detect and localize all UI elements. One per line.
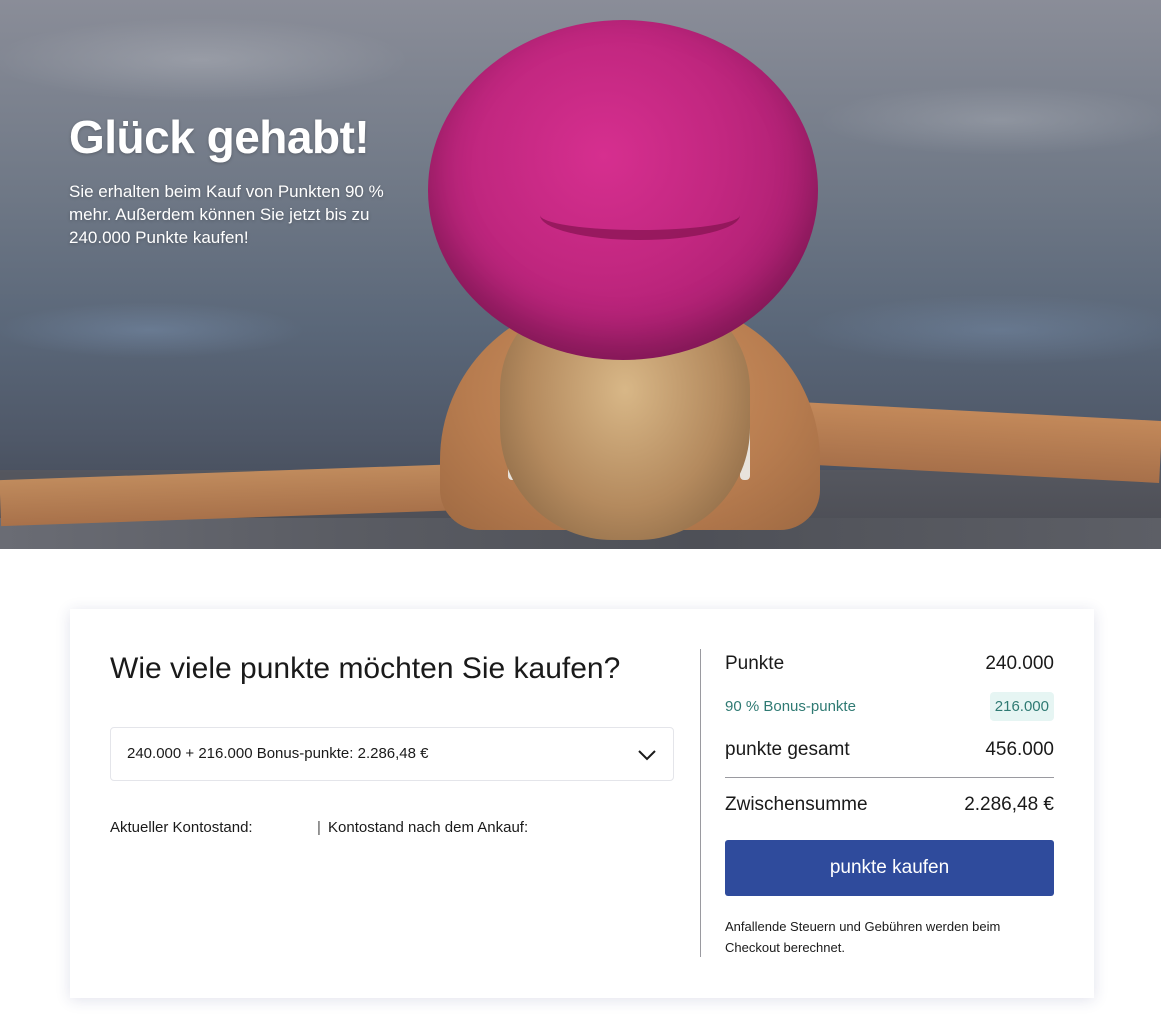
summary-divider [725, 777, 1054, 778]
buy-points-button[interactable]: punkte kaufen [725, 840, 1054, 896]
balance-after-purchase-label: Kontostand nach dem Ankauf: [328, 819, 529, 836]
purchase-options: Wie viele punkte möchten Sie kaufen? 240… [110, 649, 676, 836]
vertical-divider [700, 649, 701, 957]
summary-row-subtotal: Zwischensumme 2.286,48 € [725, 794, 1054, 816]
hero-text: Glück gehabt! Sie erhalten beim Kauf von… [69, 110, 399, 249]
taxes-note: Anfallende Steuern und Gebühren werden b… [725, 919, 1001, 955]
summary-row-total: punkte gesamt 456.000 [725, 739, 1054, 761]
chevron-down-icon [638, 750, 656, 761]
hero-hat-band [540, 190, 740, 240]
points-label: Punkte [725, 653, 785, 674]
purchase-heading: Wie viele punkte möchten Sie kaufen? [110, 652, 621, 685]
subtotal-value: 2.286,48 € [964, 794, 1054, 815]
hero-banner: Glück gehabt! Sie erhalten beim Kauf von… [0, 0, 1161, 549]
subtotal-label: Zwischensumme [725, 794, 868, 815]
points-package-selected-value: 240.000 + 216.000 Bonus-punkte: 2.286,48… [127, 745, 429, 762]
points-package-select[interactable]: 240.000 + 216.000 Bonus-punkte: 2.286,48… [110, 727, 674, 781]
points-value: 240.000 [985, 653, 1054, 674]
balance-separator: | [317, 819, 321, 836]
hero-title: Glück gehabt! [69, 111, 370, 163]
bonus-points-badge: 216.000 [989, 692, 1054, 721]
summary-row-points: Punkte 240.000 [725, 653, 1054, 675]
purchase-card: Wie viele punkte möchten Sie kaufen? 240… [70, 609, 1094, 998]
current-balance-label: Aktueller Kontostand: [110, 819, 253, 836]
summary-row-bonus: 90 % Bonus-punkte 216.000 [725, 692, 1054, 721]
total-points-label: punkte gesamt [725, 739, 850, 760]
total-points-value: 456.000 [985, 739, 1054, 760]
bonus-points-label: 90 % Bonus-punkte [725, 698, 856, 715]
hero-description: Sie erhalten beim Kauf von Punkten 90 % … [69, 182, 384, 247]
